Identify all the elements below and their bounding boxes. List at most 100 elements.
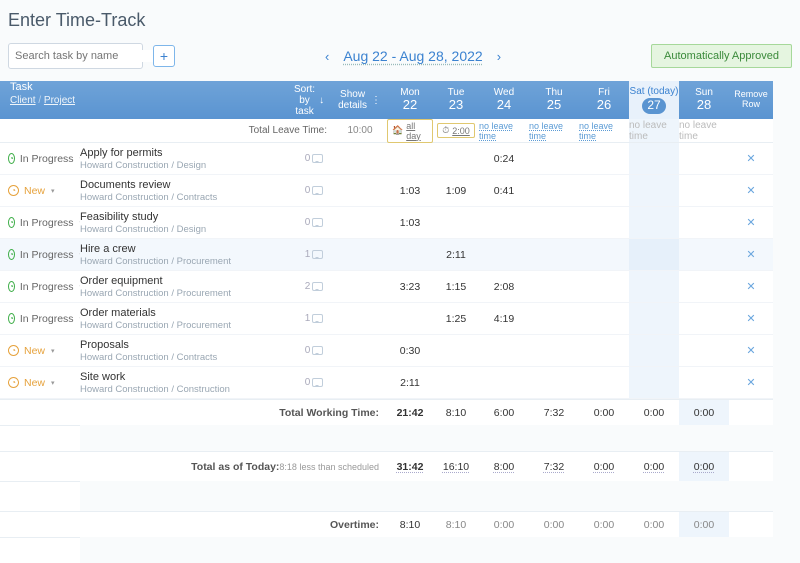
status-caret-icon[interactable]: ▾ [51,187,55,195]
show-details-toggle[interactable]: Show details [338,89,367,111]
time-cell[interactable]: · [387,239,433,271]
task-name[interactable]: Feasibility study [80,211,158,223]
time-cell[interactable]: 1:03 [387,207,433,239]
task-name[interactable]: Proposals [80,339,129,351]
time-cell[interactable]: · [579,143,629,175]
time-cell[interactable]: · [529,175,579,207]
comment-icon[interactable] [312,186,323,195]
comment-icon[interactable] [312,250,323,259]
comments-cell[interactable]: 0 [295,143,333,175]
status-caret-icon[interactable]: ▾ [51,379,55,387]
remove-row-button[interactable]: ✕ [729,239,773,271]
comments-cell[interactable]: 0 [295,207,333,239]
time-cell[interactable]: · [433,335,479,367]
comments-cell[interactable]: 0 [295,175,333,207]
remove-row-button[interactable]: ✕ [729,367,773,399]
comment-icon[interactable] [312,346,323,355]
remove-row-button[interactable]: ✕ [729,271,773,303]
time-cell[interactable]: · [529,367,579,399]
time-cell[interactable]: · [433,143,479,175]
time-cell[interactable]: · [629,271,679,303]
time-cell[interactable]: · [679,207,729,239]
no-leave-link[interactable]: no leave time [579,121,629,141]
time-cell[interactable]: · [579,271,629,303]
leave-tag[interactable]: ⏱2:00 [437,123,475,138]
date-range-label[interactable]: Aug 22 - Aug 28, 2022 [343,48,482,64]
no-leave-link[interactable]: no leave time [479,121,529,141]
time-cell[interactable]: 3:23 [387,271,433,303]
no-leave-link[interactable]: no leave time [529,121,579,141]
time-cell[interactable]: · [479,207,529,239]
time-cell[interactable]: 4:19 [479,303,529,335]
status-cell[interactable]: ◔In Progress▾ [0,143,80,175]
search-box[interactable] [8,43,143,69]
sort-arrow-icon[interactable]: ↓ [319,95,324,106]
status-cell[interactable]: ◔New▾ [0,335,80,367]
time-cell[interactable]: 1:09 [433,175,479,207]
time-cell[interactable]: · [387,143,433,175]
time-cell[interactable]: · [579,239,629,271]
time-cell[interactable]: · [629,367,679,399]
time-cell[interactable]: · [629,303,679,335]
comment-icon[interactable] [312,154,323,163]
remove-row-button[interactable]: ✕ [729,207,773,239]
status-cell[interactable]: ◔In Progress▾ [0,271,80,303]
comment-icon[interactable] [312,218,323,227]
show-details-dots-icon[interactable]: ⋮ [371,95,381,106]
time-cell[interactable]: 2:08 [479,271,529,303]
leave-tag[interactable]: 🏠all day [387,119,433,143]
status-cell[interactable]: ◔In Progress▾ [0,303,80,335]
day-header[interactable]: Sun28 [679,81,729,119]
time-cell[interactable]: · [679,175,729,207]
time-cell[interactable]: · [629,143,679,175]
status-cell[interactable]: ◔New▾ [0,367,80,399]
time-cell[interactable]: · [479,335,529,367]
day-header[interactable]: Wed24 [479,81,529,119]
task-name[interactable]: Documents review [80,179,170,191]
time-cell[interactable]: · [529,143,579,175]
time-cell[interactable]: · [387,303,433,335]
status-caret-icon[interactable]: ▾ [51,347,55,355]
time-cell[interactable]: · [529,271,579,303]
status-cell[interactable]: ◔In Progress▾ [0,239,80,271]
time-cell[interactable]: 1:03 [387,175,433,207]
add-task-button[interactable]: + [153,45,175,67]
time-cell[interactable]: · [479,367,529,399]
time-cell[interactable]: · [679,335,729,367]
time-cell[interactable]: · [479,239,529,271]
comment-icon[interactable] [312,314,323,323]
remove-row-button[interactable]: ✕ [729,175,773,207]
day-header[interactable]: Fri26 [579,81,629,119]
time-cell[interactable]: · [529,335,579,367]
day-header[interactable]: Thu25 [529,81,579,119]
search-input[interactable] [9,50,163,62]
task-name[interactable]: Apply for permits [80,147,163,159]
time-cell[interactable]: · [679,143,729,175]
comment-icon[interactable] [312,378,323,387]
time-cell[interactable]: · [579,207,629,239]
sort-label[interactable]: Sort: by task [294,84,315,117]
comment-icon[interactable] [312,282,323,291]
next-week-button[interactable]: › [497,49,501,64]
time-cell[interactable]: · [629,239,679,271]
status-cell[interactable]: ◔New▾ [0,175,80,207]
time-cell[interactable]: · [629,175,679,207]
time-cell[interactable]: · [529,303,579,335]
day-header[interactable]: Tue23 [433,81,479,119]
task-name[interactable]: Order materials [80,307,156,319]
comments-cell[interactable]: 1 [295,303,333,335]
time-cell[interactable]: · [679,239,729,271]
time-cell[interactable]: · [629,207,679,239]
time-cell[interactable]: 1:25 [433,303,479,335]
task-name[interactable]: Hire a crew [80,243,136,255]
task-name[interactable]: Order equipment [80,275,163,287]
time-cell[interactable]: · [529,239,579,271]
time-cell[interactable]: · [579,367,629,399]
time-cell[interactable]: · [433,207,479,239]
time-cell[interactable]: · [529,207,579,239]
comments-cell[interactable]: 0 [295,335,333,367]
time-cell[interactable]: · [679,367,729,399]
time-cell[interactable]: · [679,271,729,303]
client-project-header[interactable]: Client / Project [10,95,75,106]
time-cell[interactable]: · [433,367,479,399]
